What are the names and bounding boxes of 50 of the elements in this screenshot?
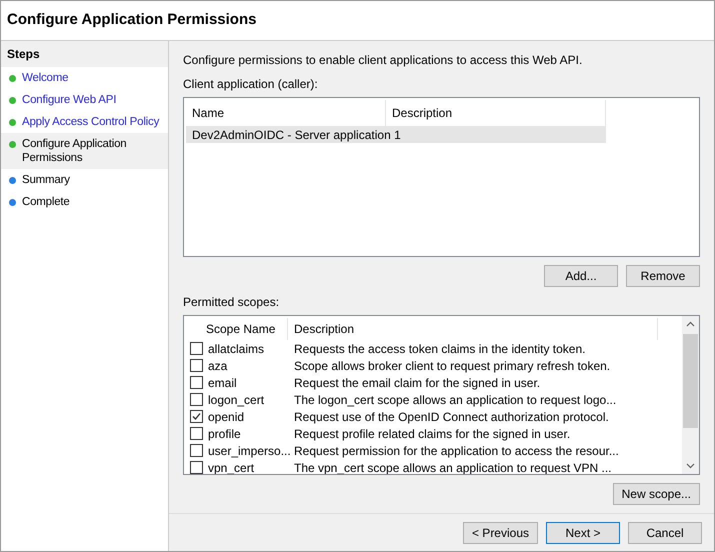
step-item[interactable]: Configure Web API [1, 89, 168, 111]
scope-name: openid [208, 408, 244, 426]
client-row[interactable]: Dev2AdminOIDC - Server application 1 [186, 126, 606, 143]
steps-heading: Steps [7, 46, 40, 63]
scope-name: allatclaims [208, 340, 264, 358]
step-item[interactable]: Welcome [1, 67, 168, 89]
scope-description: Request the email claim for the signed in user. [293, 374, 542, 392]
checkbox[interactable] [190, 444, 203, 457]
column-header[interactable]: Description [288, 318, 658, 340]
scope-name: aza [208, 358, 228, 374]
scope-description: Scope allows broker client to request primary refresh token. [293, 358, 612, 374]
scope-description: Request profile related claims for the signed in user. [293, 426, 572, 442]
scope-description: The logon_cert scope allows an application to request logo... [293, 392, 618, 408]
add-button[interactable]: Add... [544, 265, 618, 287]
step-item[interactable]: Summary [1, 169, 168, 191]
previous-button[interactable]: < Previous [462, 522, 538, 544]
scopes-label: Permitted scopes: [183, 294, 280, 311]
scrollbar[interactable] [682, 316, 699, 474]
remove-button[interactable]: Remove [626, 265, 700, 287]
scope-description: The vpn_cert scope allows an application to request VPN ... [293, 460, 613, 474]
checkbox[interactable] [190, 410, 203, 423]
scope-description: Requests the access token claims in the identity token. [293, 340, 586, 358]
window-title: Configure Application Permissions [7, 10, 256, 30]
step-item[interactable]: Apply Access Control Policy [1, 111, 168, 133]
checkbox[interactable] [190, 359, 203, 372]
scroll-up-icon[interactable] [686, 321, 695, 327]
checkbox[interactable] [190, 393, 203, 406]
intro-text: Configure permissions to enable client applications to access this Web API. [183, 52, 584, 69]
scope-name: user_imperso... [208, 442, 291, 460]
checkbox[interactable] [190, 376, 203, 389]
scope-description: Request permission for the application to access the resour... [293, 442, 620, 460]
column-header[interactable]: Scope Name [186, 318, 288, 340]
scope-name: logon_cert [208, 392, 264, 408]
cancel-button[interactable]: Cancel [628, 522, 702, 544]
step-item[interactable]: Complete [1, 191, 168, 213]
checkbox[interactable] [190, 342, 203, 355]
checkbox[interactable] [190, 427, 203, 440]
new-scope-button[interactable]: New scope... [612, 483, 700, 505]
scrollbar-thumb[interactable] [683, 334, 698, 428]
scope-name: email [208, 374, 237, 392]
checkbox[interactable] [190, 461, 203, 474]
client-list[interactable]: Name Description Dev2AdminOIDC - Server application 1 [183, 97, 700, 257]
scope-name: vpn_cert [208, 460, 254, 474]
client-label: Client application (caller): [183, 76, 319, 93]
next-button[interactable]: Next > [546, 522, 620, 544]
scroll-down-icon[interactable] [686, 463, 695, 469]
scope-description: Request use of the OpenID Connect authorization protocol. [293, 408, 610, 426]
scope-name: profile [208, 426, 241, 442]
scopes-list[interactable] [183, 315, 700, 475]
step-item[interactable]: Configure Application Permissions [1, 133, 168, 169]
